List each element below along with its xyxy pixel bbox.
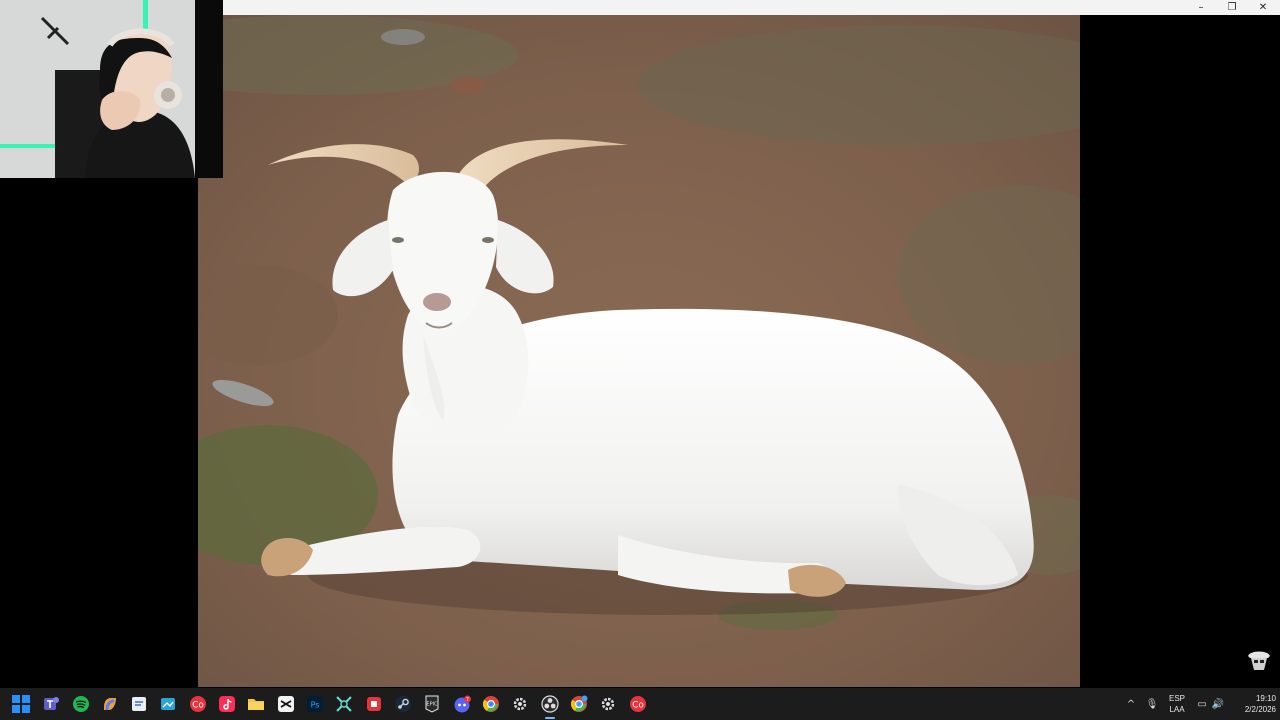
settings-gear-icon[interactable]: [509, 693, 531, 715]
goat-photo: [198, 15, 1080, 687]
teams-icon[interactable]: [40, 693, 62, 715]
minimize-button[interactable]: –: [1186, 0, 1216, 15]
desktop-screen: – ❐ ✕ Co Ps EPIC 7 Co ^ 🎙 ESP LAA ▭ 🔊 19…: [0, 0, 1280, 720]
chrome-profile-icon[interactable]: [568, 693, 590, 715]
restore-button[interactable]: ❐: [1217, 0, 1247, 15]
discord-icon[interactable]: 7: [451, 693, 473, 715]
copilot-icon[interactable]: [99, 693, 121, 715]
capcut-record-icon[interactable]: Co: [627, 693, 649, 715]
watermark-logo-icon: [1244, 646, 1274, 674]
taskbar: Co Ps EPIC 7 Co ^ 🎙 ESP LAA ▭ 🔊 19:10 2/…: [0, 688, 1280, 720]
notepad-icon[interactable]: [128, 693, 150, 715]
clock-time: 19:10: [1255, 694, 1276, 703]
tray-chevron-icon[interactable]: ^: [1123, 696, 1139, 712]
language-indicator[interactable]: ESP LAA: [1164, 693, 1190, 717]
start-icon[interactable]: [10, 693, 32, 715]
svg-text:EPIC: EPIC: [426, 702, 438, 708]
obs-running-indicator: [545, 717, 555, 719]
discord-badge: 7: [466, 697, 469, 703]
close-button[interactable]: ✕: [1248, 0, 1278, 15]
svg-text:Ps: Ps: [311, 701, 320, 710]
capcut-red-icon[interactable]: Co: [187, 693, 209, 715]
steam-icon[interactable]: [392, 693, 414, 715]
epic-games-icon[interactable]: EPIC: [421, 693, 443, 715]
file-explorer-icon[interactable]: [245, 693, 267, 715]
screen-capture-icon[interactable]: [157, 693, 179, 715]
microphone-icon[interactable]: 🎙: [1144, 696, 1160, 712]
capcut-icon[interactable]: [275, 693, 297, 715]
chrome-icon[interactable]: [480, 693, 502, 715]
settings-gear-2-icon[interactable]: [597, 693, 619, 715]
spotify-icon[interactable]: [70, 693, 92, 715]
language-code: ESP: [1168, 694, 1185, 703]
tiktok-icon[interactable]: [216, 693, 238, 715]
svg-text:Co: Co: [632, 701, 644, 711]
photoshop-icon[interactable]: Ps: [304, 693, 326, 715]
svg-text:Co: Co: [192, 701, 204, 711]
network-icon[interactable]: ▭: [1194, 696, 1210, 712]
viewer-titlebar[interactable]: – ❐ ✕: [223, 0, 1280, 15]
obs-icon[interactable]: [539, 693, 561, 715]
clock[interactable]: 19:10 2/2/2026: [1226, 693, 1276, 717]
clock-date: 2/2/2026: [1244, 705, 1276, 714]
game-launcher-icon[interactable]: [333, 693, 355, 715]
keyboard-layout: LAA: [1169, 705, 1185, 714]
roblox-icon[interactable]: [363, 693, 385, 715]
webcam-overlay: [0, 0, 223, 178]
volume-icon[interactable]: 🔊: [1210, 696, 1226, 712]
